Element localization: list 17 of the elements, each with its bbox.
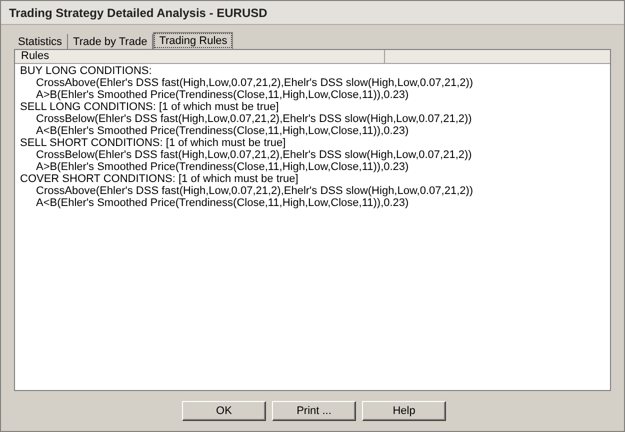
dialog-button[interactable]: Print ... — [272, 401, 356, 421]
rule-line: SELL LONG CONDITIONS: [1 of which must be true] — [20, 101, 279, 113]
rule-line: SELL SHORT CONDITIONS: [1 of which must be true] — [20, 137, 286, 149]
dialog-button[interactable]: Help — [362, 401, 446, 421]
rule-line: CrossBelow(Ehler's DSS fast(High,Low,0.07,21,2),Ehelr's DSS slow(High,Low,0.07,21,2)) — [36, 113, 472, 125]
window-title: Trading Strategy Detailed Analysis - EURUSD — [1, 1, 624, 25]
rule-line: CrossBelow(Ehler's DSS fast(High,Low,0.07,21,2),Ehelr's DSS slow(High,Low,0.07,21,2)) — [36, 149, 472, 161]
rule-line: CrossAbove(Ehler's DSS fast(High,Low,0.07,21,2),Ehelr's DSS slow(High,Low,0.07,21,2)) — [36, 185, 474, 197]
rule-line: A<B(Ehler's Smoothed Price(Trendiness(Close,11,High,Low,Close,11)),0.23) — [36, 197, 409, 209]
dialog-button[interactable]: OK — [182, 401, 266, 421]
tab[interactable]: Trading Rules — [153, 32, 234, 49]
rule-line: A>B(Ehler's Smoothed Price(Trendiness(Close,11,High,Low,Close,11)),0.23) — [36, 161, 409, 173]
rule-line: BUY LONG CONDITIONS: — [20, 65, 152, 77]
rule-line: A>B(Ehler's Smoothed Price(Trendiness(Close,11,High,Low,Close,11)),0.23) — [36, 89, 409, 101]
rule-line: COVER SHORT CONDITIONS: [1 of which must be true] — [20, 173, 298, 185]
rule-line: A<B(Ehler's Smoothed Price(Trendiness(Close,11,High,Low,Close,11)),0.23) — [36, 125, 409, 137]
rule-line: CrossAbove(Ehler's DSS fast(High,Low,0.07,21,2),Ehelr's DSS slow(High,Low,0.07,21,2)) — [36, 77, 474, 89]
